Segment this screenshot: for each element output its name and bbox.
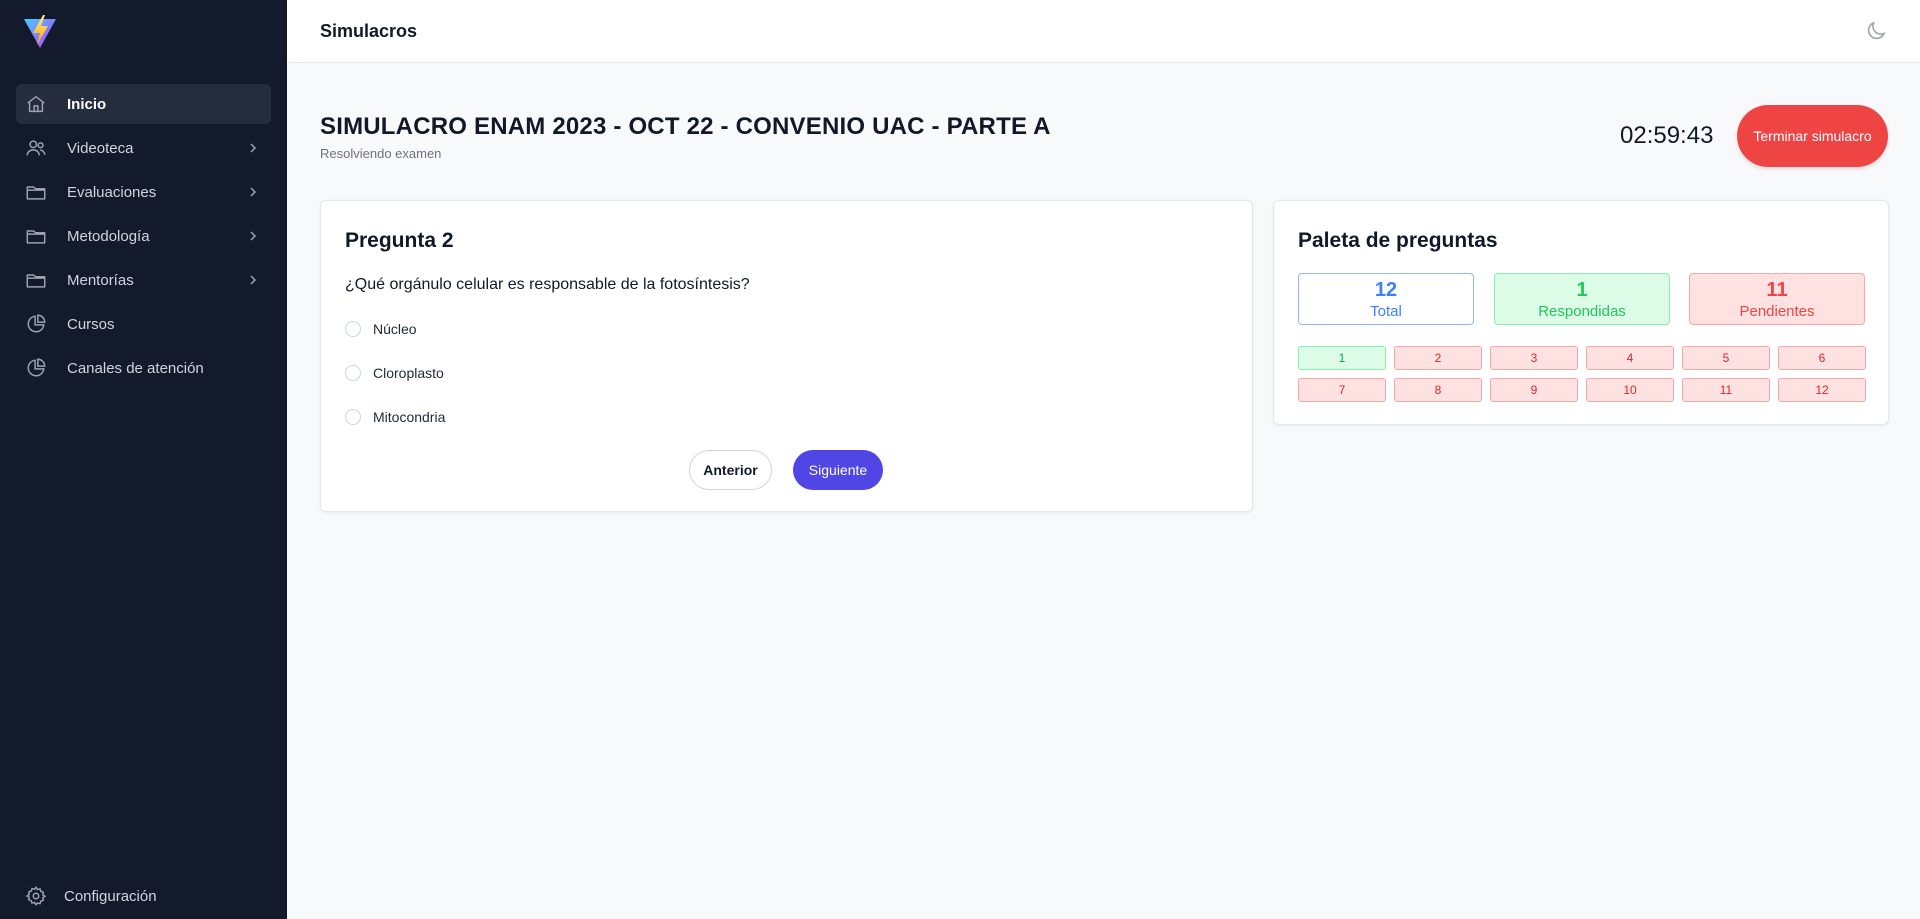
option-label: Mitocondria (373, 409, 446, 425)
palette-title: Paleta de preguntas (1298, 229, 1498, 252)
end-exam-button[interactable]: Terminar simulacro (1737, 105, 1888, 167)
gear-icon (24, 884, 48, 908)
question-number-button[interactable]: 5 (1682, 346, 1770, 370)
folder-icon (24, 224, 48, 248)
question-palette: Paleta de preguntas 12 Total 1 Respondid… (1273, 200, 1889, 425)
question-number-button[interactable]: 3 (1490, 346, 1578, 370)
stat-label: Total (1370, 303, 1402, 320)
pie-chart-icon (24, 356, 48, 380)
home-icon (24, 92, 48, 116)
sidebar-item-cursos[interactable]: Cursos (16, 304, 271, 344)
users-icon (24, 136, 48, 160)
sidebar-item-inicio[interactable]: Inicio (16, 84, 271, 124)
exam-status: Resolviendo examen (320, 146, 442, 161)
sidebar-item-metodologia[interactable]: Metodología (16, 216, 271, 256)
moon-icon[interactable] (1864, 19, 1888, 43)
previous-button[interactable]: Anterior (689, 450, 772, 490)
page-title: Simulacros (320, 21, 418, 41)
chevron-right-icon[interactable] (245, 140, 261, 156)
sidebar-item-label: Videoteca (67, 139, 134, 157)
stat-label: Respondidas (1538, 303, 1626, 320)
sidebar-item-label: Inicio (67, 95, 107, 113)
radio-button[interactable] (345, 321, 361, 337)
question-number-button[interactable]: 11 (1682, 378, 1770, 402)
app-logo[interactable] (22, 14, 58, 50)
question-number-button[interactable]: 12 (1778, 378, 1866, 402)
stat-label: Pendientes (1739, 303, 1815, 320)
sidebar-item-mentorias[interactable]: Mentorías (16, 260, 271, 300)
sidebar: Inicio Videoteca Evaluaciones Metodología Me… (0, 0, 287, 919)
sidebar-item-configuracion[interactable]: Configuración (24, 884, 157, 908)
folder-icon (24, 268, 48, 292)
radio-button[interactable] (345, 409, 361, 425)
question-text: ¿Qué orgánulo celular es responsable de … (345, 276, 750, 293)
pie-chart-icon (24, 312, 48, 336)
question-number-button[interactable]: 10 (1586, 378, 1674, 402)
answer-option[interactable]: Mitocondria (345, 409, 445, 425)
sidebar-item-label: Cursos (67, 315, 115, 333)
next-button[interactable]: Siguiente (793, 450, 883, 490)
question-number-button[interactable]: 7 (1298, 378, 1386, 402)
chevron-right-icon[interactable] (245, 228, 261, 244)
topbar: Simulacros (287, 0, 1920, 63)
chevron-right-icon[interactable] (245, 272, 261, 288)
stat-value: 12 (1374, 279, 1398, 301)
question-number-button[interactable]: 2 (1394, 346, 1482, 370)
question-number-button[interactable]: 8 (1394, 378, 1482, 402)
question-grid: 1 2 3 4 5 6 7 8 9 10 11 12 (1298, 346, 1866, 402)
question-number-button[interactable]: 6 (1778, 346, 1866, 370)
stat-pending: 11 Pendientes (1689, 273, 1865, 325)
sidebar-item-label: Evaluaciones (67, 183, 157, 201)
countdown-timer: 02:59:43 (1620, 122, 1714, 149)
question-card: Pregunta 2 ¿Qué orgánulo celular es resp… (320, 200, 1253, 512)
question-number-button[interactable]: 4 (1586, 346, 1674, 370)
stat-answered: 1 Respondidas (1494, 273, 1670, 325)
sidebar-item-label: Canales de atención (67, 359, 204, 377)
stat-value: 11 (1766, 279, 1788, 301)
exam-title: SIMULACRO ENAM 2023 - OCT 22 - CONVENIO … (320, 113, 1051, 140)
stat-value: 1 (1576, 279, 1588, 301)
sidebar-item-label: Mentorías (67, 271, 134, 289)
sidebar-item-label: Configuración (64, 887, 157, 905)
radio-button[interactable] (345, 365, 361, 381)
chevron-right-icon[interactable] (245, 184, 261, 200)
option-label: Cloroplasto (373, 365, 444, 381)
folder-icon (24, 180, 48, 204)
answer-option[interactable]: Cloroplasto (345, 365, 444, 381)
stat-total: 12 Total (1298, 273, 1474, 325)
answer-option[interactable]: Núcleo (345, 321, 417, 337)
question-number-button[interactable]: 1 (1298, 346, 1386, 370)
question-number-button[interactable]: 9 (1490, 378, 1578, 402)
question-title: Pregunta 2 (345, 229, 454, 252)
sidebar-item-videoteca[interactable]: Videoteca (16, 128, 271, 168)
sidebar-item-evaluaciones[interactable]: Evaluaciones (16, 172, 271, 212)
option-label: Núcleo (373, 321, 417, 337)
sidebar-nav: Inicio Videoteca Evaluaciones Metodología Me… (16, 84, 271, 392)
sidebar-item-label: Metodología (67, 227, 150, 245)
sidebar-item-canales-de-atencion[interactable]: Canales de atención (16, 348, 271, 388)
